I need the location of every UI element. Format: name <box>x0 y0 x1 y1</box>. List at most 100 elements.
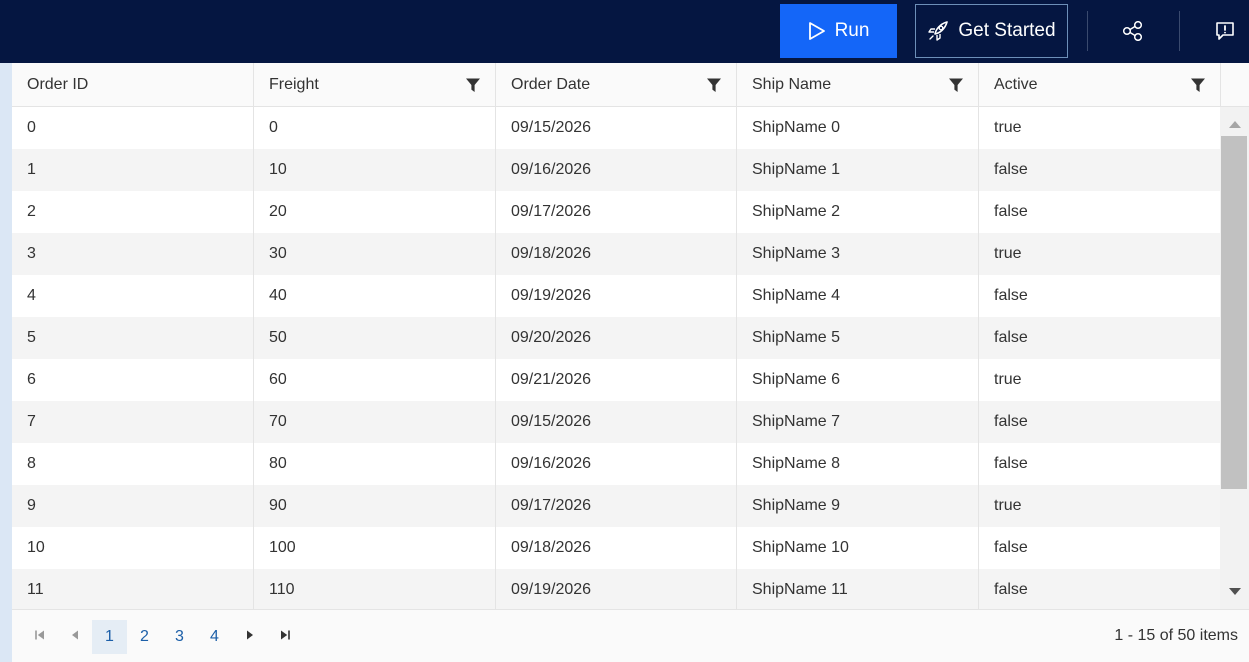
freight-cell[interactable]: 100 <box>254 527 496 569</box>
page-number-2[interactable]: 2 <box>127 620 162 654</box>
table-row[interactable]: 8 80 09/16/2026 ShipName 8 false <box>12 443 1220 485</box>
rocket-icon <box>928 21 949 41</box>
column-header-freight[interactable]: Freight <box>254 63 496 107</box>
freight-cell[interactable]: 60 <box>254 359 496 401</box>
table-row[interactable]: 2 20 09/17/2026 ShipName 2 false <box>12 191 1220 233</box>
order-id-cell[interactable]: 4 <box>12 275 254 317</box>
order-id-cell[interactable]: 6 <box>12 359 254 401</box>
ship-name-cell[interactable]: ShipName 9 <box>737 485 979 527</box>
column-header-label: Order ID <box>27 76 89 93</box>
order-id-cell[interactable]: 2 <box>12 191 254 233</box>
freight-cell[interactable]: 50 <box>254 317 496 359</box>
get-started-button[interactable]: Get Started <box>915 4 1068 58</box>
column-header-ship-name[interactable]: Ship Name <box>737 63 979 107</box>
order-id-cell[interactable]: 9 <box>12 485 254 527</box>
freight-cell[interactable]: 10 <box>254 149 496 191</box>
scroll-up-icon[interactable] <box>1228 119 1242 129</box>
ship-name-cell[interactable]: ShipName 10 <box>737 527 979 569</box>
share-button[interactable] <box>1113 11 1153 51</box>
ship-name-cell[interactable]: ShipName 3 <box>737 233 979 275</box>
last-page-button[interactable] <box>278 628 292 642</box>
active-cell[interactable]: false <box>979 275 1220 317</box>
column-header-order-date[interactable]: Order Date <box>496 63 737 107</box>
order-date-cell[interactable]: 09/16/2026 <box>496 443 737 485</box>
table-row[interactable]: 1 10 09/16/2026 ShipName 1 false <box>12 149 1220 191</box>
active-cell[interactable]: false <box>979 317 1220 359</box>
order-id-cell[interactable]: 1 <box>12 149 254 191</box>
order-id-cell[interactable]: 3 <box>12 233 254 275</box>
freight-cell[interactable]: 110 <box>254 569 496 609</box>
order-id-cell[interactable]: 11 <box>12 569 254 609</box>
ship-name-cell[interactable]: ShipName 1 <box>737 149 979 191</box>
active-cell[interactable]: false <box>979 401 1220 443</box>
vertical-scrollbar[interactable] <box>1220 107 1249 609</box>
active-cell[interactable]: true <box>979 359 1220 401</box>
ship-name-cell[interactable]: ShipName 2 <box>737 191 979 233</box>
ship-name-cell[interactable]: ShipName 0 <box>737 107 979 149</box>
freight-cell[interactable]: 90 <box>254 485 496 527</box>
filter-icon[interactable] <box>1190 77 1206 93</box>
active-cell[interactable]: false <box>979 149 1220 191</box>
order-date-cell[interactable]: 09/19/2026 <box>496 569 737 609</box>
ship-name-cell[interactable]: ShipName 4 <box>737 275 979 317</box>
active-cell[interactable]: true <box>979 233 1220 275</box>
ship-name-cell[interactable]: ShipName 5 <box>737 317 979 359</box>
first-page-button[interactable] <box>33 628 47 642</box>
order-date-cell[interactable]: 09/17/2026 <box>496 191 737 233</box>
order-date-cell[interactable]: 09/15/2026 <box>496 401 737 443</box>
ship-name-cell[interactable]: ShipName 8 <box>737 443 979 485</box>
active-cell[interactable]: false <box>979 527 1220 569</box>
order-date-cell[interactable]: 09/17/2026 <box>496 485 737 527</box>
active-cell[interactable]: true <box>979 107 1220 149</box>
page-number-4[interactable]: 4 <box>197 620 232 654</box>
order-id-cell[interactable]: 0 <box>12 107 254 149</box>
run-button[interactable]: Run <box>780 4 897 58</box>
order-date-cell[interactable]: 09/18/2026 <box>496 527 737 569</box>
freight-cell[interactable]: 80 <box>254 443 496 485</box>
column-header-active[interactable]: Active <box>979 63 1221 107</box>
table-row[interactable]: 5 50 09/20/2026 ShipName 5 false <box>12 317 1220 359</box>
ship-name-cell[interactable]: ShipName 6 <box>737 359 979 401</box>
order-id-cell[interactable]: 7 <box>12 401 254 443</box>
freight-cell[interactable]: 40 <box>254 275 496 317</box>
prev-page-button[interactable] <box>68 628 82 642</box>
order-date-cell[interactable]: 09/15/2026 <box>496 107 737 149</box>
freight-cell[interactable]: 30 <box>254 233 496 275</box>
active-cell[interactable]: false <box>979 443 1220 485</box>
scroll-down-icon[interactable] <box>1228 587 1242 597</box>
freight-cell[interactable]: 70 <box>254 401 496 443</box>
next-page-button[interactable] <box>243 628 257 642</box>
table-row[interactable]: 10 100 09/18/2026 ShipName 10 false <box>12 527 1220 569</box>
table-row[interactable]: 11 110 09/19/2026 ShipName 11 false <box>12 569 1220 609</box>
filter-icon[interactable] <box>948 77 964 93</box>
column-header-label: Ship Name <box>752 76 832 93</box>
order-id-cell[interactable]: 10 <box>12 527 254 569</box>
table-row[interactable]: 6 60 09/21/2026 ShipName 6 true <box>12 359 1220 401</box>
freight-cell[interactable]: 20 <box>254 191 496 233</box>
order-date-cell[interactable]: 09/19/2026 <box>496 275 737 317</box>
freight-cell[interactable]: 0 <box>254 107 496 149</box>
order-date-cell[interactable]: 09/18/2026 <box>496 233 737 275</box>
order-date-cell[interactable]: 09/21/2026 <box>496 359 737 401</box>
feedback-button[interactable] <box>1205 11 1245 51</box>
order-id-cell[interactable]: 5 <box>12 317 254 359</box>
ship-name-cell[interactable]: ShipName 7 <box>737 401 979 443</box>
order-id-cell[interactable]: 8 <box>12 443 254 485</box>
column-header-order-id[interactable]: Order ID <box>12 63 254 107</box>
page-number-3[interactable]: 3 <box>162 620 197 654</box>
table-row[interactable]: 4 40 09/19/2026 ShipName 4 false <box>12 275 1220 317</box>
table-row[interactable]: 0 0 09/15/2026 ShipName 0 true <box>12 107 1220 149</box>
ship-name-cell[interactable]: ShipName 11 <box>737 569 979 609</box>
table-row[interactable]: 9 90 09/17/2026 ShipName 9 true <box>12 485 1220 527</box>
table-row[interactable]: 7 70 09/15/2026 ShipName 7 false <box>12 401 1220 443</box>
filter-icon[interactable] <box>706 77 722 93</box>
filter-icon[interactable] <box>465 77 481 93</box>
page-number-1[interactable]: 1 <box>92 620 127 654</box>
order-date-cell[interactable]: 09/16/2026 <box>496 149 737 191</box>
order-date-cell[interactable]: 09/20/2026 <box>496 317 737 359</box>
active-cell[interactable]: false <box>979 191 1220 233</box>
table-row[interactable]: 3 30 09/18/2026 ShipName 3 true <box>12 233 1220 275</box>
active-cell[interactable]: false <box>979 569 1220 609</box>
scrollbar-thumb[interactable] <box>1221 136 1247 489</box>
active-cell[interactable]: true <box>979 485 1220 527</box>
